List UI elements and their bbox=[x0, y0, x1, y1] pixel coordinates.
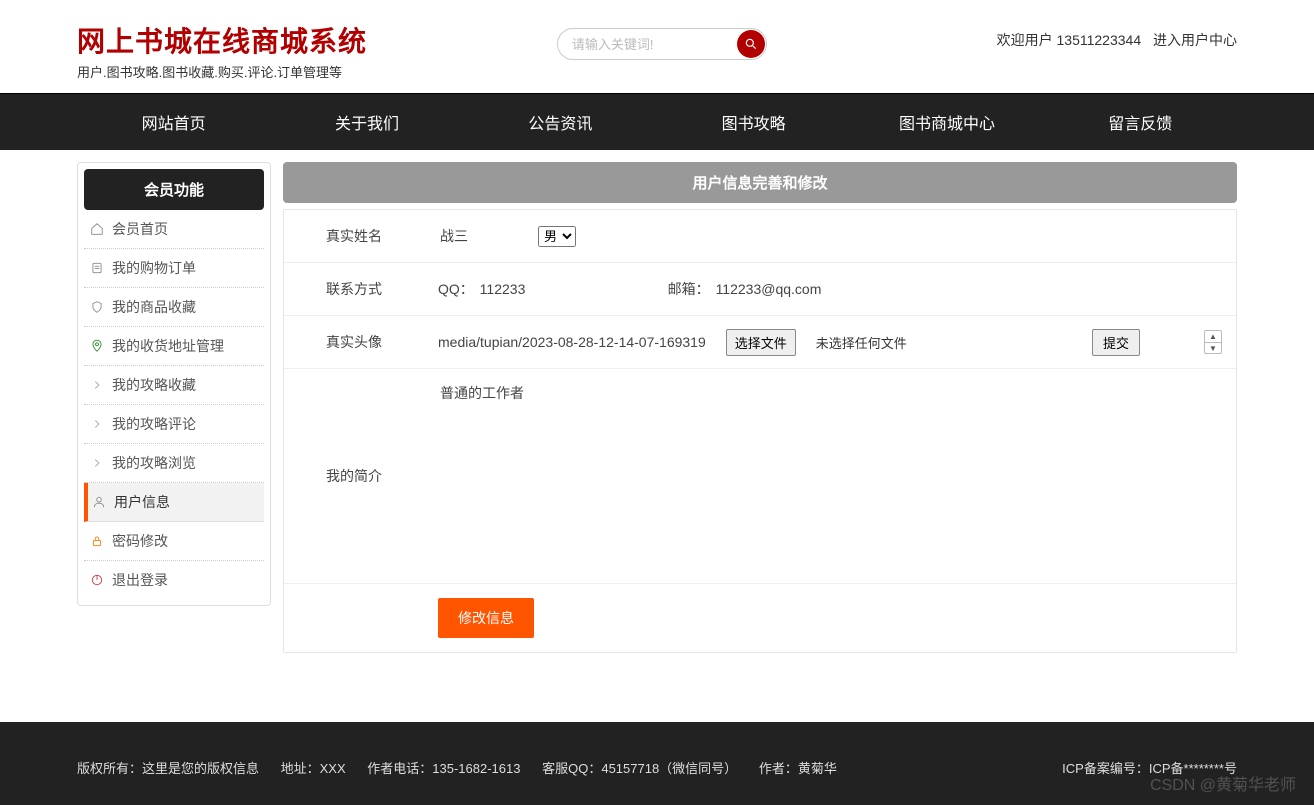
nav-guide[interactable]: 图书攻略 bbox=[657, 94, 850, 150]
row-avatar: 真实头像 media/tupian/2023-08-28-12-14-07-16… bbox=[284, 316, 1236, 369]
choose-file-button[interactable]: 选择文件 bbox=[726, 329, 796, 356]
user-center-link[interactable]: 进入用户中心 bbox=[1153, 32, 1237, 48]
sidebar-item-guide-fav[interactable]: 我的攻略收藏 bbox=[84, 366, 264, 405]
chevron-right-icon bbox=[90, 456, 104, 470]
site-title: 网上书城在线商城系统 bbox=[77, 20, 367, 60]
row-contact: 联系方式 QQ： 邮箱： bbox=[284, 263, 1236, 316]
top-links: 欢迎用户 13511223344 进入用户中心 bbox=[997, 30, 1237, 50]
footer: 版权所有：这里是您的版权信息 地址：XXX 作者电话：135-1682-1613… bbox=[0, 722, 1314, 805]
qq-input[interactable] bbox=[478, 279, 558, 299]
label-contact: 联系方式 bbox=[284, 263, 424, 315]
sidebar-item-logout[interactable]: 退出登录 bbox=[84, 561, 264, 599]
sidebar-item-address[interactable]: 我的收货地址管理 bbox=[84, 327, 264, 366]
sidebar-item-guide-browse[interactable]: 我的攻略浏览 bbox=[84, 444, 264, 483]
label-name: 真实姓名 bbox=[284, 210, 424, 262]
footer-copyright: 版权所有：这里是您的版权信息 bbox=[77, 761, 259, 776]
sidebar-title: 会员功能 bbox=[84, 169, 264, 210]
qq-label: QQ： bbox=[438, 281, 474, 297]
footer-author-phone: 作者电话：135-1682-1613 bbox=[367, 761, 520, 776]
sidebar-item-home[interactable]: 会员首页 bbox=[84, 210, 264, 249]
main-panel: 用户信息完善和修改 真实姓名 男 女 联系方式 bbox=[283, 162, 1237, 682]
sidebar-item-orders[interactable]: 我的购物订单 bbox=[84, 249, 264, 288]
stepper-down-icon[interactable]: ▼ bbox=[1205, 343, 1221, 354]
bio-textarea[interactable] bbox=[438, 381, 1222, 571]
nav-news[interactable]: 公告资讯 bbox=[464, 94, 657, 150]
file-status: 未选择任何文件 bbox=[816, 333, 907, 352]
sidebar-item-guide-comment[interactable]: 我的攻略评论 bbox=[84, 405, 264, 444]
label-avatar: 真实头像 bbox=[284, 316, 424, 368]
chevron-right-icon bbox=[90, 378, 104, 392]
footer-kefu-qq: 客服QQ：45157718（微信同号） bbox=[542, 761, 737, 776]
sidebar-item-goods-fav[interactable]: 我的商品收藏 bbox=[84, 288, 264, 327]
power-icon bbox=[90, 573, 104, 587]
home-icon bbox=[90, 222, 104, 236]
sidebar-item-userinfo[interactable]: 用户信息 bbox=[84, 483, 264, 522]
nav-feedback[interactable]: 留言反馈 bbox=[1044, 94, 1237, 150]
footer-address: 地址：XXX bbox=[281, 761, 346, 776]
pin-icon bbox=[90, 339, 104, 353]
user-icon bbox=[92, 495, 106, 509]
row-name: 真实姓名 男 女 bbox=[284, 210, 1236, 263]
sidebar-item-label: 退出登录 bbox=[112, 570, 168, 590]
sidebar-item-label: 我的攻略评论 bbox=[112, 414, 196, 434]
main-nav: 网站首页 关于我们 公告资讯 图书攻略 图书商城中心 留言反馈 bbox=[0, 93, 1314, 150]
realname-input[interactable] bbox=[438, 226, 518, 246]
welcome-prefix: 欢迎用户 bbox=[997, 32, 1053, 48]
avatar-submit-button[interactable]: 提交 bbox=[1092, 329, 1140, 356]
panel-title: 用户信息完善和修改 bbox=[283, 162, 1237, 203]
mail-input[interactable] bbox=[714, 279, 974, 299]
gender-select[interactable]: 男 女 bbox=[538, 226, 576, 247]
search-box bbox=[557, 28, 767, 60]
avatar-path: media/tupian/2023-08-28-12-14-07-169319 bbox=[438, 334, 706, 350]
row-submit: 修改信息 bbox=[284, 584, 1236, 652]
search-input[interactable] bbox=[557, 28, 767, 60]
logo-group: 网上书城在线商城系统 用户.图书攻略.图书收藏.购买.评论.订单管理等 bbox=[77, 20, 367, 81]
welcome-user: 13511223344 bbox=[1057, 32, 1142, 48]
sidebar-item-label: 我的攻略浏览 bbox=[112, 453, 196, 473]
lock-icon bbox=[90, 534, 104, 548]
site-subtitle: 用户.图书攻略.图书收藏.购买.评论.订单管理等 bbox=[77, 62, 367, 81]
stepper-up-icon[interactable]: ▲ bbox=[1205, 331, 1221, 343]
sidebar-item-label: 密码修改 bbox=[112, 531, 168, 551]
row-bio: 我的简介 bbox=[284, 369, 1236, 584]
number-stepper[interactable]: ▲ ▼ bbox=[1204, 330, 1222, 354]
footer-icp: ICP备案编号：ICP备********号 bbox=[1062, 761, 1237, 776]
sidebar: 会员功能 会员首页 我的购物订单 我的商品收藏 我的收货地址管理 bbox=[77, 162, 271, 682]
chevron-right-icon bbox=[90, 417, 104, 431]
sidebar-item-label: 我的购物订单 bbox=[112, 258, 196, 278]
sidebar-item-password[interactable]: 密码修改 bbox=[84, 522, 264, 561]
search-button[interactable] bbox=[737, 30, 765, 58]
sidebar-item-label: 我的攻略收藏 bbox=[112, 375, 196, 395]
nav-home[interactable]: 网站首页 bbox=[77, 94, 270, 150]
submit-button[interactable]: 修改信息 bbox=[438, 598, 534, 638]
sidebar-item-label: 会员首页 bbox=[112, 219, 168, 239]
footer-author: 作者：黄菊华 bbox=[759, 761, 837, 776]
nav-mall[interactable]: 图书商城中心 bbox=[850, 94, 1043, 150]
sidebar-item-label: 我的收货地址管理 bbox=[112, 336, 224, 356]
label-bio: 我的简介 bbox=[284, 369, 424, 583]
shield-icon bbox=[90, 300, 104, 314]
search-icon bbox=[744, 37, 758, 51]
nav-about[interactable]: 关于我们 bbox=[270, 94, 463, 150]
order-icon bbox=[90, 261, 104, 275]
sidebar-item-label: 用户信息 bbox=[114, 492, 170, 512]
mail-label: 邮箱： bbox=[668, 281, 710, 297]
sidebar-item-label: 我的商品收藏 bbox=[112, 297, 196, 317]
